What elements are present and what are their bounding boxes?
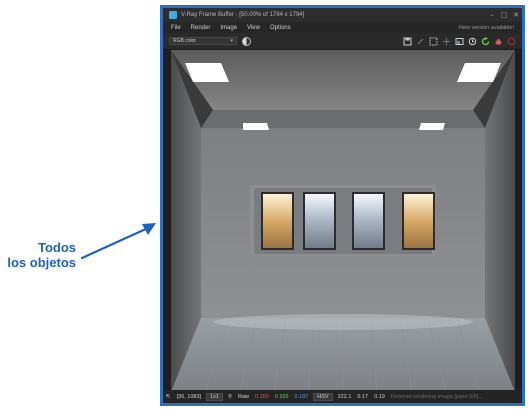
status-mode: Raw (237, 393, 249, 400)
clear-icon[interactable] (416, 37, 425, 46)
minimize-icon[interactable]: – (486, 9, 498, 21)
status-message: Finished rendering image [pass 5/5]... (390, 393, 483, 400)
vray-app-icon (169, 11, 177, 19)
window-title: V-Ray Frame Buffer - [50.00% of 1794 x 1… (181, 12, 305, 18)
status-blue: 0.187 (294, 393, 309, 400)
status-h: 222.1 (337, 393, 352, 400)
maximize-icon[interactable]: □ (498, 9, 510, 21)
menu-file[interactable]: File (163, 25, 186, 31)
close-icon[interactable]: ✕ (510, 9, 522, 21)
menu-image[interactable]: Image (215, 25, 242, 31)
refresh-icon[interactable] (481, 36, 490, 46)
color-space-select[interactable]: HSV (313, 392, 333, 401)
menu-view[interactable]: View (242, 25, 265, 31)
render-viewport[interactable] (171, 50, 515, 393)
cursor-icon: ⇱ (166, 393, 171, 400)
new-version-link[interactable]: New version available! (459, 25, 522, 31)
menu-render[interactable]: Render (186, 25, 216, 31)
region-icon[interactable] (429, 37, 438, 46)
stop-icon[interactable] (507, 37, 516, 46)
channel-select-value: RGB color (173, 38, 197, 44)
callout-line-2: los objetos (7, 255, 76, 270)
vfb-window: V-Ray Frame Buffer - [50.00% of 1794 x 1… (160, 5, 525, 406)
pick-color-icon[interactable]: ⚲ (225, 394, 235, 400)
pick-icon[interactable] (442, 37, 451, 46)
zoom-select[interactable]: 1x1 (206, 392, 223, 401)
save-icon[interactable] (403, 37, 412, 46)
status-coords: [36, 1083] (176, 393, 202, 400)
status-green: 0.165 (274, 393, 289, 400)
status-bar: ⇱ [36, 1083] 1x1 ⚲ Raw 0.150 0.165 0.187… (163, 390, 522, 403)
menu-bar: File Render Image View Options New versi… (163, 22, 522, 33)
callout-arrow-icon (80, 223, 156, 260)
chevron-down-icon: ▾ (230, 38, 233, 44)
toolbar: RGB color ▾ (163, 33, 522, 50)
status-red: 0.150 (255, 393, 269, 400)
callout-line-1: Todos (37, 240, 76, 255)
title-bar: V-Ray Frame Buffer - [50.00% of 1794 x 1… (163, 8, 522, 22)
menu-options[interactable]: Options (265, 25, 296, 31)
callout-label: Todos los objetos (7, 240, 76, 270)
status-s: 0.17 (357, 393, 369, 400)
history-icon[interactable] (468, 37, 477, 46)
compare-icon[interactable] (455, 37, 464, 46)
color-mode-icon[interactable] (242, 36, 251, 46)
status-v: 0.19 (374, 393, 385, 400)
teapot-icon[interactable] (494, 37, 503, 46)
channel-select[interactable]: RGB color ▾ (169, 37, 237, 45)
